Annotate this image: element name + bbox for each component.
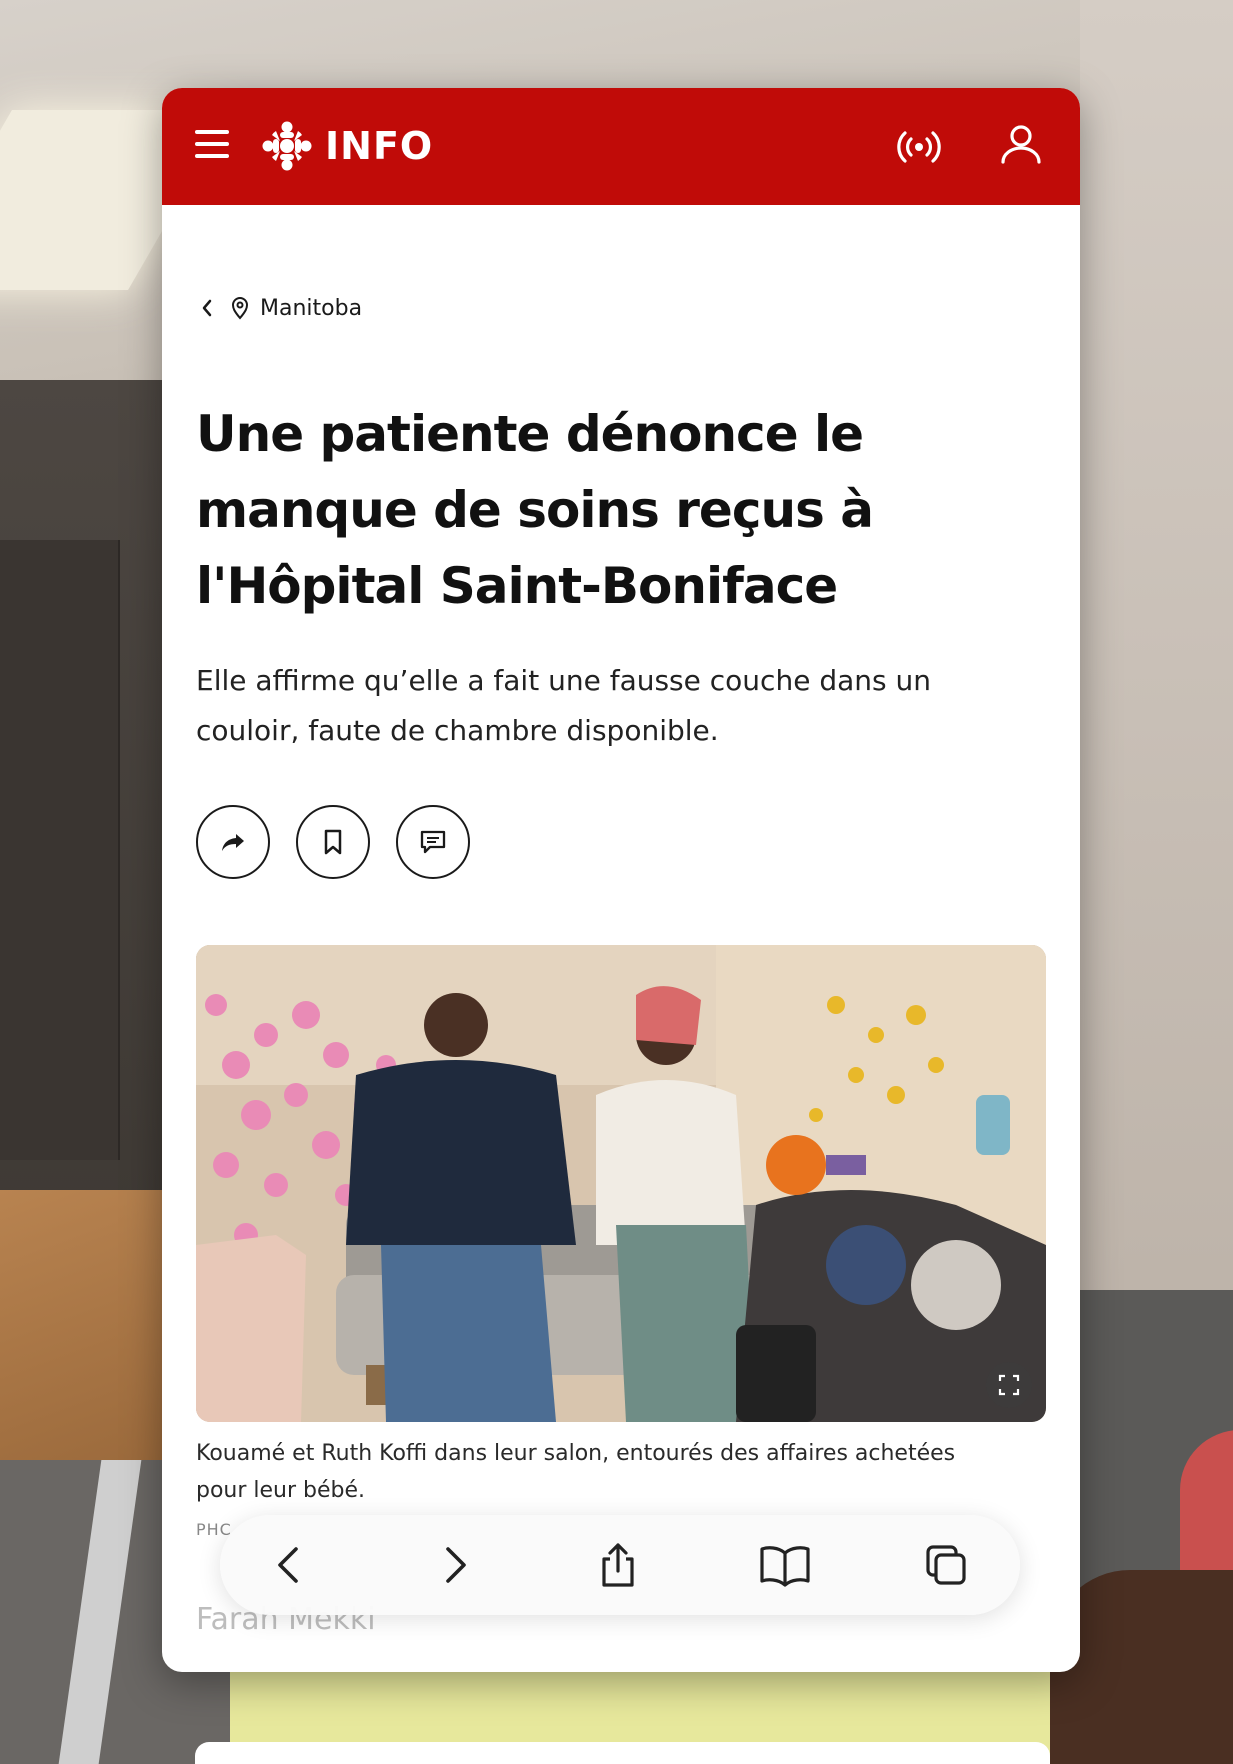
photo-scene [196, 945, 1046, 1422]
article-actions [196, 805, 470, 879]
share-button[interactable] [196, 805, 270, 879]
forward-icon[interactable] [430, 1541, 478, 1589]
bookmarks-icon[interactable] [758, 1541, 812, 1589]
share-icon[interactable] [594, 1541, 642, 1589]
wooden-table [0, 1190, 165, 1460]
door [0, 540, 120, 1160]
sheet-edge [195, 1742, 1050, 1764]
article-headline: Une patiente dénonce le manque de soins … [196, 405, 874, 615]
bookmark-button[interactable] [296, 805, 370, 879]
photo-credit: PHC [196, 1520, 232, 1539]
right-wall [1080, 0, 1233, 1330]
breadcrumb-label[interactable]: Manitoba [260, 296, 362, 321]
comment-button[interactable] [396, 805, 470, 879]
chevron-left-icon[interactable] [198, 296, 216, 320]
site-header: INFO [162, 88, 1080, 205]
location-pin-icon [231, 297, 249, 320]
back-icon[interactable] [266, 1541, 314, 1589]
article-lead: Elle affirme qu’elle a fait une fausse c… [196, 664, 931, 747]
tabs-icon[interactable] [922, 1541, 970, 1589]
bookmark-icon [324, 829, 342, 855]
live-broadcast-icon[interactable] [896, 124, 942, 170]
profile-icon[interactable] [998, 121, 1044, 167]
comment-icon [420, 830, 446, 854]
menu-icon[interactable] [195, 128, 229, 160]
share-icon [222, 834, 244, 851]
brand-label[interactable]: INFO [325, 121, 433, 171]
article-photo[interactable] [196, 945, 1046, 1422]
web-page-card: INFO Manitoba Une patiente dénonce le ma… [162, 88, 1080, 1672]
breadcrumb[interactable]: Manitoba [198, 293, 362, 323]
browser-toolbar [220, 1515, 1020, 1615]
cbc-gem-icon[interactable] [262, 121, 312, 171]
fullscreen-icon[interactable] [986, 1362, 1032, 1408]
photo-caption: Kouamé et Ruth Koffi dans leur salon, en… [196, 1441, 956, 1503]
